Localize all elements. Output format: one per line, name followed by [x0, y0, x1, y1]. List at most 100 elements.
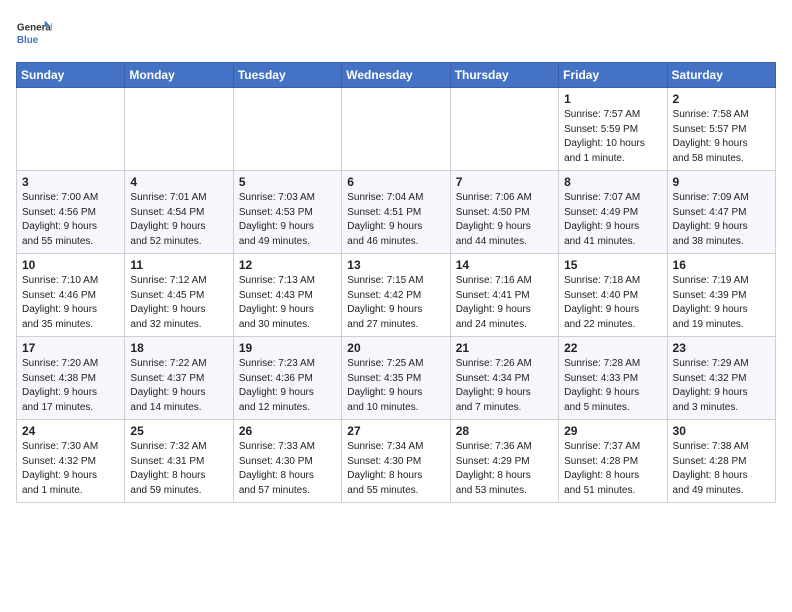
calendar-cell: 7 Sunrise: 7:06 AM Sunset: 4:50 PM Daylig… — [450, 171, 558, 254]
day-number: 4 — [130, 175, 227, 189]
day-number: 23 — [673, 341, 770, 355]
calendar-cell: 24 Sunrise: 7:30 AM Sunset: 4:32 PM Dayli… — [17, 420, 125, 503]
day-number: 2 — [673, 92, 770, 106]
calendar-cell — [17, 88, 125, 171]
day-number: 20 — [347, 341, 444, 355]
day-number: 22 — [564, 341, 661, 355]
calendar-cell: 4 Sunrise: 7:01 AM Sunset: 4:54 PM Daylig… — [125, 171, 233, 254]
day-number: 15 — [564, 258, 661, 272]
day-number: 8 — [564, 175, 661, 189]
logo-icon: General Blue — [16, 16, 52, 52]
calendar-cell: 5 Sunrise: 7:03 AM Sunset: 4:53 PM Daylig… — [233, 171, 341, 254]
day-info: Sunrise: 7:15 AM Sunset: 4:42 PM Dayligh… — [347, 274, 444, 332]
day-info: Sunrise: 7:18 AM Sunset: 4:40 PM Dayligh… — [564, 274, 661, 332]
calendar-cell: 27 Sunrise: 7:34 AM Sunset: 4:30 PM Dayli… — [342, 420, 450, 503]
calendar-week-row: 24 Sunrise: 7:30 AM Sunset: 4:32 PM Dayli… — [17, 420, 776, 503]
calendar-week-row: 10 Sunrise: 7:10 AM Sunset: 4:46 PM Dayli… — [17, 254, 776, 337]
day-info: Sunrise: 7:04 AM Sunset: 4:51 PM Dayligh… — [347, 191, 444, 249]
calendar-cell: 3 Sunrise: 7:00 AM Sunset: 4:56 PM Daylig… — [17, 171, 125, 254]
calendar-cell: 25 Sunrise: 7:32 AM Sunset: 4:31 PM Dayli… — [125, 420, 233, 503]
day-info: Sunrise: 7:20 AM Sunset: 4:38 PM Dayligh… — [22, 357, 119, 415]
day-info: Sunrise: 7:37 AM Sunset: 4:28 PM Dayligh… — [564, 440, 661, 498]
calendar-cell: 15 Sunrise: 7:18 AM Sunset: 4:40 PM Dayli… — [559, 254, 667, 337]
day-number: 11 — [130, 258, 227, 272]
day-number: 28 — [456, 424, 553, 438]
day-number: 24 — [22, 424, 119, 438]
calendar-cell: 16Sunrise: 7:19 AM Sunset: 4:39 PM Dayli… — [667, 254, 775, 337]
day-info: Sunrise: 7:38 AM Sunset: 4:28 PM Dayligh… — [673, 440, 770, 498]
day-info: Sunrise: 7:30 AM Sunset: 4:32 PM Dayligh… — [22, 440, 119, 498]
day-info: Sunrise: 7:57 AM Sunset: 5:59 PM Dayligh… — [564, 108, 661, 166]
day-number: 21 — [456, 341, 553, 355]
calendar-cell: 21 Sunrise: 7:26 AM Sunset: 4:34 PM Dayli… — [450, 337, 558, 420]
calendar-cell: 13Sunrise: 7:15 AM Sunset: 4:42 PM Dayli… — [342, 254, 450, 337]
day-number: 29 — [564, 424, 661, 438]
calendar-cell: 18 Sunrise: 7:22 AM Sunset: 4:37 PM Dayli… — [125, 337, 233, 420]
day-number: 10 — [22, 258, 119, 272]
day-info: Sunrise: 7:36 AM Sunset: 4:29 PM Dayligh… — [456, 440, 553, 498]
day-info: Sunrise: 7:00 AM Sunset: 4:56 PM Dayligh… — [22, 191, 119, 249]
day-info: Sunrise: 7:07 AM Sunset: 4:49 PM Dayligh… — [564, 191, 661, 249]
calendar-cell: 28 Sunrise: 7:36 AM Sunset: 4:29 PM Dayli… — [450, 420, 558, 503]
calendar-week-row: 3 Sunrise: 7:00 AM Sunset: 4:56 PM Daylig… — [17, 171, 776, 254]
calendar-cell: 17 Sunrise: 7:20 AM Sunset: 4:38 PM Dayli… — [17, 337, 125, 420]
calendar-cell — [342, 88, 450, 171]
day-number: 17 — [22, 341, 119, 355]
day-info: Sunrise: 7:10 AM Sunset: 4:46 PM Dayligh… — [22, 274, 119, 332]
calendar-cell: 22 Sunrise: 7:28 AM Sunset: 4:33 PM Dayli… — [559, 337, 667, 420]
day-info: Sunrise: 7:22 AM Sunset: 4:37 PM Dayligh… — [130, 357, 227, 415]
weekday-header-sunday: Sunday — [17, 63, 125, 88]
day-info: Sunrise: 7:16 AM Sunset: 4:41 PM Dayligh… — [456, 274, 553, 332]
calendar-cell: 10 Sunrise: 7:10 AM Sunset: 4:46 PM Dayli… — [17, 254, 125, 337]
day-info: Sunrise: 7:23 AM Sunset: 4:36 PM Dayligh… — [239, 357, 336, 415]
weekday-header-tuesday: Tuesday — [233, 63, 341, 88]
day-info: Sunrise: 7:03 AM Sunset: 4:53 PM Dayligh… — [239, 191, 336, 249]
calendar-table: SundayMondayTuesdayWednesdayThursdayFrid… — [16, 62, 776, 503]
day-number: 6 — [347, 175, 444, 189]
calendar-cell: 12Sunrise: 7:13 AM Sunset: 4:43 PM Dayli… — [233, 254, 341, 337]
day-info: Sunrise: 7:29 AM Sunset: 4:32 PM Dayligh… — [673, 357, 770, 415]
day-number: 3 — [22, 175, 119, 189]
day-info: Sunrise: 7:26 AM Sunset: 4:34 PM Dayligh… — [456, 357, 553, 415]
calendar-cell: 14 Sunrise: 7:16 AM Sunset: 4:41 PM Dayli… — [450, 254, 558, 337]
calendar-cell: 30 Sunrise: 7:38 AM Sunset: 4:28 PM Dayli… — [667, 420, 775, 503]
calendar-header-row: SundayMondayTuesdayWednesdayThursdayFrid… — [17, 63, 776, 88]
day-number: 18 — [130, 341, 227, 355]
calendar-cell: 2Sunrise: 7:58 AM Sunset: 5:57 PM Daylig… — [667, 88, 775, 171]
weekday-header-wednesday: Wednesday — [342, 63, 450, 88]
day-number: 25 — [130, 424, 227, 438]
weekday-header-friday: Friday — [559, 63, 667, 88]
day-number: 30 — [673, 424, 770, 438]
day-info: Sunrise: 7:34 AM Sunset: 4:30 PM Dayligh… — [347, 440, 444, 498]
day-number: 1 — [564, 92, 661, 106]
calendar-cell: 26Sunrise: 7:33 AM Sunset: 4:30 PM Dayli… — [233, 420, 341, 503]
day-number: 7 — [456, 175, 553, 189]
calendar-cell: 6 Sunrise: 7:04 AM Sunset: 4:51 PM Daylig… — [342, 171, 450, 254]
calendar-cell — [233, 88, 341, 171]
calendar-cell: 8 Sunrise: 7:07 AM Sunset: 4:49 PM Daylig… — [559, 171, 667, 254]
day-info: Sunrise: 7:09 AM Sunset: 4:47 PM Dayligh… — [673, 191, 770, 249]
calendar-week-row: 17 Sunrise: 7:20 AM Sunset: 4:38 PM Dayli… — [17, 337, 776, 420]
calendar-cell — [125, 88, 233, 171]
day-info: Sunrise: 7:06 AM Sunset: 4:50 PM Dayligh… — [456, 191, 553, 249]
calendar-cell: 9 Sunrise: 7:09 AM Sunset: 4:47 PM Daylig… — [667, 171, 775, 254]
day-number: 27 — [347, 424, 444, 438]
day-number: 19 — [239, 341, 336, 355]
day-info: Sunrise: 7:25 AM Sunset: 4:35 PM Dayligh… — [347, 357, 444, 415]
day-number: 14 — [456, 258, 553, 272]
calendar-cell: 1 Sunrise: 7:57 AM Sunset: 5:59 PM Daylig… — [559, 88, 667, 171]
day-number: 26 — [239, 424, 336, 438]
day-info: Sunrise: 7:01 AM Sunset: 4:54 PM Dayligh… — [130, 191, 227, 249]
day-info: Sunrise: 7:28 AM Sunset: 4:33 PM Dayligh… — [564, 357, 661, 415]
weekday-header-monday: Monday — [125, 63, 233, 88]
weekday-header-thursday: Thursday — [450, 63, 558, 88]
calendar-week-row: 1 Sunrise: 7:57 AM Sunset: 5:59 PM Daylig… — [17, 88, 776, 171]
day-number: 5 — [239, 175, 336, 189]
calendar-cell: 23 Sunrise: 7:29 AM Sunset: 4:32 PM Dayli… — [667, 337, 775, 420]
svg-text:Blue: Blue — [17, 35, 39, 46]
day-number: 9 — [673, 175, 770, 189]
day-info: Sunrise: 7:32 AM Sunset: 4:31 PM Dayligh… — [130, 440, 227, 498]
day-number: 16 — [673, 258, 770, 272]
calendar-cell: 19 Sunrise: 7:23 AM Sunset: 4:36 PM Dayli… — [233, 337, 341, 420]
day-number: 12 — [239, 258, 336, 272]
